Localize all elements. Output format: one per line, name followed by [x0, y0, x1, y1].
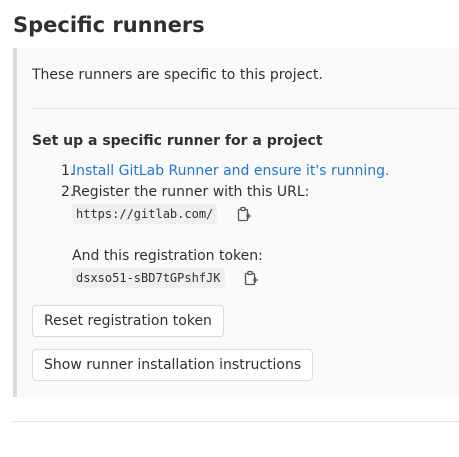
page-title: Specific runners: [13, 13, 205, 37]
setup-title: Set up a specific runner for a project: [32, 133, 323, 149]
token-label: And this registration token:: [72, 248, 263, 264]
panel-divider: [32, 108, 459, 109]
step-1-text: Install GitLab Runner and ensure it's ru…: [72, 161, 389, 181]
install-runner-link[interactable]: Install GitLab Runner and ensure it's ru…: [72, 163, 389, 179]
runner-url-code: https://gitlab.com/: [72, 204, 218, 224]
registration-token-code: dsxso51-sBD7tGPshfJK: [72, 268, 225, 288]
reset-registration-token-button[interactable]: Reset registration token: [32, 305, 224, 337]
copy-token-button[interactable]: [243, 270, 259, 288]
copy-url-button[interactable]: [236, 206, 252, 224]
step-2-text: Register the runner with this URL:: [72, 184, 310, 200]
intro-text: These runners are specific to this proje…: [32, 67, 323, 83]
clipboard-icon: [237, 206, 251, 222]
clipboard-icon: [244, 270, 258, 286]
show-runner-installation-instructions-button[interactable]: Show runner installation instructions: [32, 349, 314, 381]
section-divider: [13, 421, 459, 422]
specific-runners-panel: These runners are specific to this proje…: [13, 48, 459, 397]
